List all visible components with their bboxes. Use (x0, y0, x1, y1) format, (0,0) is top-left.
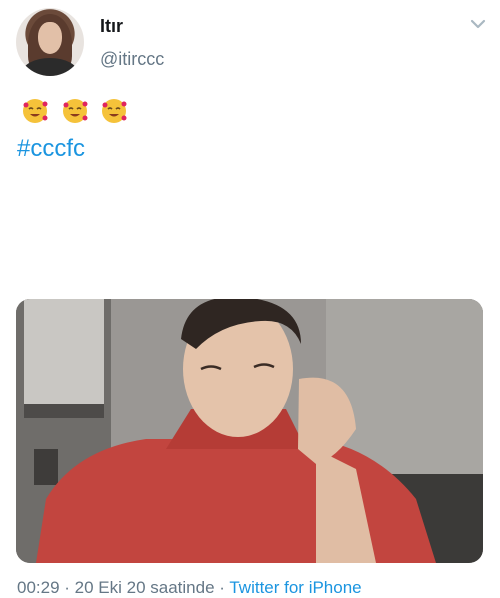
timestamp[interactable]: 00:29 · 20 Eki 20 saatinde · (17, 578, 225, 597)
tweet-footer: 00:29 · 20 Eki 20 saatinde · Twitter for… (17, 578, 362, 598)
photo-image (16, 299, 483, 563)
hashtag-link[interactable]: #cccfc (17, 131, 487, 167)
smiling-face-with-hearts-icon (23, 99, 48, 123)
source-link[interactable]: Twitter for iPhone (229, 578, 361, 597)
smiling-face-with-hearts-icon (102, 99, 127, 123)
chevron-down-icon[interactable] (470, 18, 486, 30)
tweet-line (17, 95, 487, 131)
user-handle[interactable]: @itirccc (100, 49, 164, 70)
avatar-face (38, 22, 62, 54)
tweet-text: #cccfc (17, 95, 487, 167)
tweet-photo[interactable] (16, 299, 483, 563)
avatar[interactable] (16, 8, 84, 76)
display-name[interactable]: Itır (100, 16, 123, 37)
smiling-face-with-hearts-icon (62, 99, 88, 123)
